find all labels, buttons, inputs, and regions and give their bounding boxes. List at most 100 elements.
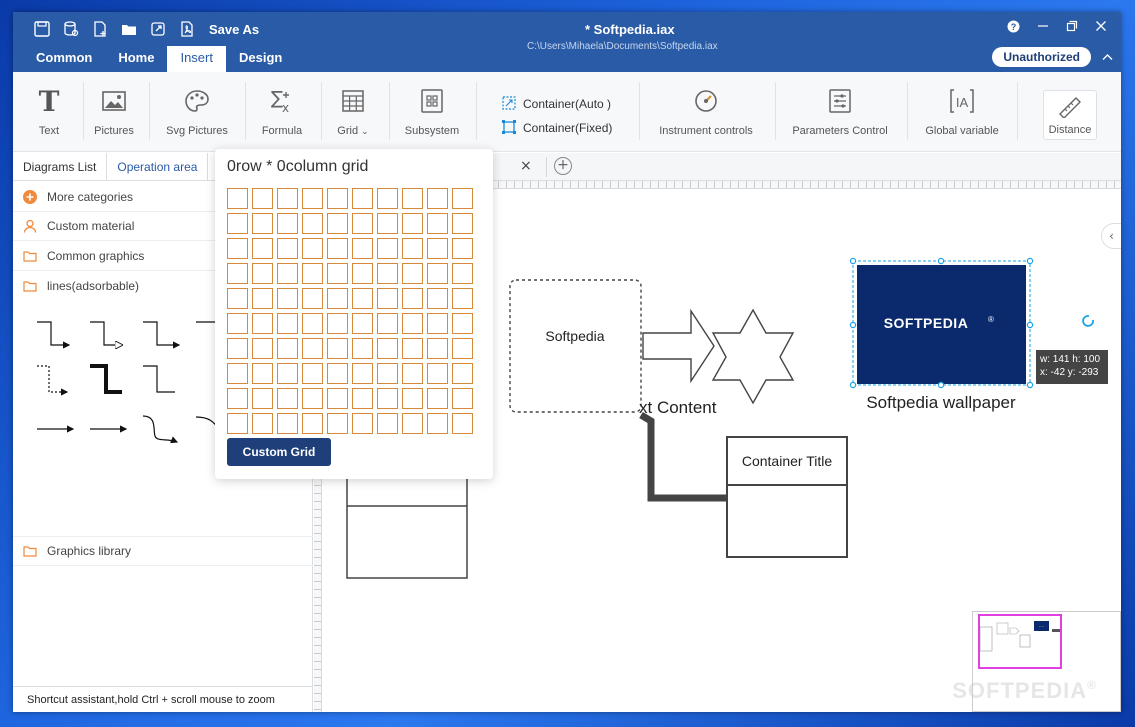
grid-cell[interactable] xyxy=(377,363,398,384)
grid-cell[interactable] xyxy=(252,213,273,234)
grid-cell[interactable] xyxy=(277,313,298,334)
grid-cell[interactable] xyxy=(302,338,323,359)
softpedia-rounded-box[interactable] xyxy=(509,279,642,413)
grid-cell[interactable] xyxy=(427,313,448,334)
grid-cell[interactable] xyxy=(427,238,448,259)
grid-cell[interactable] xyxy=(452,213,473,234)
save-icon[interactable] xyxy=(27,18,56,40)
grid-cell[interactable] xyxy=(377,388,398,409)
svg-pictures-tool[interactable]: Svg Pictures xyxy=(161,86,233,146)
grid-cell[interactable] xyxy=(352,288,373,309)
grid-cell[interactable] xyxy=(227,363,248,384)
grid-cell[interactable] xyxy=(352,338,373,359)
grid-cell[interactable] xyxy=(427,388,448,409)
help-icon[interactable]: ? xyxy=(999,15,1028,37)
grid-cell[interactable] xyxy=(427,413,448,434)
grid-cell[interactable] xyxy=(227,213,248,234)
grid-cell[interactable] xyxy=(252,363,273,384)
restore-icon[interactable] xyxy=(1057,15,1086,37)
tab-common[interactable]: Common xyxy=(23,46,105,72)
grid-cell[interactable] xyxy=(327,388,348,409)
grid-cell[interactable] xyxy=(302,388,323,409)
grid-cell[interactable] xyxy=(277,388,298,409)
grid-cell[interactable] xyxy=(402,213,423,234)
grid-cell[interactable] xyxy=(227,263,248,284)
grid-cell[interactable] xyxy=(377,413,398,434)
grid-cell[interactable] xyxy=(427,188,448,209)
grid-cell[interactable] xyxy=(352,188,373,209)
grid-cell[interactable] xyxy=(377,288,398,309)
grid-cell[interactable] xyxy=(302,238,323,259)
formula-tool[interactable]: ∑ x Formula xyxy=(257,86,307,146)
grid-cell[interactable] xyxy=(377,338,398,359)
grid-cell[interactable] xyxy=(352,388,373,409)
grid-cell[interactable] xyxy=(327,238,348,259)
grid-cell[interactable] xyxy=(277,363,298,384)
grid-cell[interactable] xyxy=(402,413,423,434)
grid-cell[interactable] xyxy=(402,338,423,359)
tab-insert[interactable]: Insert xyxy=(167,46,226,72)
parameters-control-tool[interactable]: Parameters Control xyxy=(785,86,895,146)
database-icon[interactable] xyxy=(56,18,85,40)
grid-cell[interactable] xyxy=(252,288,273,309)
grid-cell[interactable] xyxy=(327,288,348,309)
grid-cell[interactable] xyxy=(252,238,273,259)
close-icon[interactable] xyxy=(1086,15,1115,37)
minimap-viewport[interactable] xyxy=(978,614,1062,669)
grid-cell[interactable] xyxy=(327,188,348,209)
grid-cell[interactable] xyxy=(427,288,448,309)
global-variable-tool[interactable]: IA Global variable xyxy=(917,86,1007,146)
line-shapes-gallery[interactable] xyxy=(33,318,223,453)
grid-cell[interactable] xyxy=(452,238,473,259)
text-tool[interactable]: T Text xyxy=(29,86,69,146)
grid-cell[interactable] xyxy=(452,313,473,334)
grid-cell[interactable] xyxy=(302,263,323,284)
grid-cell[interactable] xyxy=(352,413,373,434)
grid-cell[interactable] xyxy=(452,363,473,384)
grid-cell[interactable] xyxy=(277,188,298,209)
grid-cell[interactable] xyxy=(227,188,248,209)
subsystem-tool[interactable]: Subsystem xyxy=(401,86,463,146)
grid-cell[interactable] xyxy=(252,263,273,284)
grid-cell[interactable] xyxy=(402,388,423,409)
grid-cell[interactable] xyxy=(352,363,373,384)
graphics-library[interactable]: Graphics library xyxy=(13,536,313,566)
grid-cell[interactable] xyxy=(302,413,323,434)
grid-cell[interactable] xyxy=(227,413,248,434)
container-auto-tool[interactable]: Container(Auto ) xyxy=(501,92,612,116)
instrument-controls-tool[interactable]: Instrument controls xyxy=(651,86,761,146)
chevron-up-icon[interactable] xyxy=(1102,50,1113,64)
grid-cell[interactable] xyxy=(277,413,298,434)
grid-cell[interactable] xyxy=(277,338,298,359)
grid-cell[interactable] xyxy=(327,338,348,359)
grid-cell[interactable] xyxy=(277,263,298,284)
grid-cell[interactable] xyxy=(302,213,323,234)
minimize-icon[interactable] xyxy=(1028,15,1057,37)
grid-cell[interactable] xyxy=(352,238,373,259)
grid-cell[interactable] xyxy=(452,288,473,309)
open-folder-icon[interactable] xyxy=(114,18,143,40)
grid-cell[interactable] xyxy=(252,188,273,209)
grid-cell[interactable] xyxy=(452,188,473,209)
grid-cell[interactable] xyxy=(352,313,373,334)
grid-cell[interactable] xyxy=(377,213,398,234)
grid-cell[interactable] xyxy=(352,263,373,284)
grid-cell[interactable] xyxy=(227,338,248,359)
grid-cell[interactable] xyxy=(302,188,323,209)
grid-cell[interactable] xyxy=(452,263,473,284)
grid-cell[interactable] xyxy=(227,388,248,409)
grid-cell[interactable] xyxy=(427,363,448,384)
grid-cell[interactable] xyxy=(402,363,423,384)
grid-cell[interactable] xyxy=(452,338,473,359)
grid-cell[interactable] xyxy=(327,313,348,334)
tab-design[interactable]: Design xyxy=(226,46,295,72)
grid-cell[interactable] xyxy=(252,388,273,409)
grid-cell[interactable] xyxy=(277,238,298,259)
grid-cell[interactable] xyxy=(227,238,248,259)
grid-cell[interactable] xyxy=(377,238,398,259)
grid-cell[interactable] xyxy=(377,263,398,284)
grid-cell[interactable] xyxy=(402,188,423,209)
grid-cell[interactable] xyxy=(402,238,423,259)
export-icon[interactable] xyxy=(143,18,172,40)
grid-cell[interactable] xyxy=(402,263,423,284)
